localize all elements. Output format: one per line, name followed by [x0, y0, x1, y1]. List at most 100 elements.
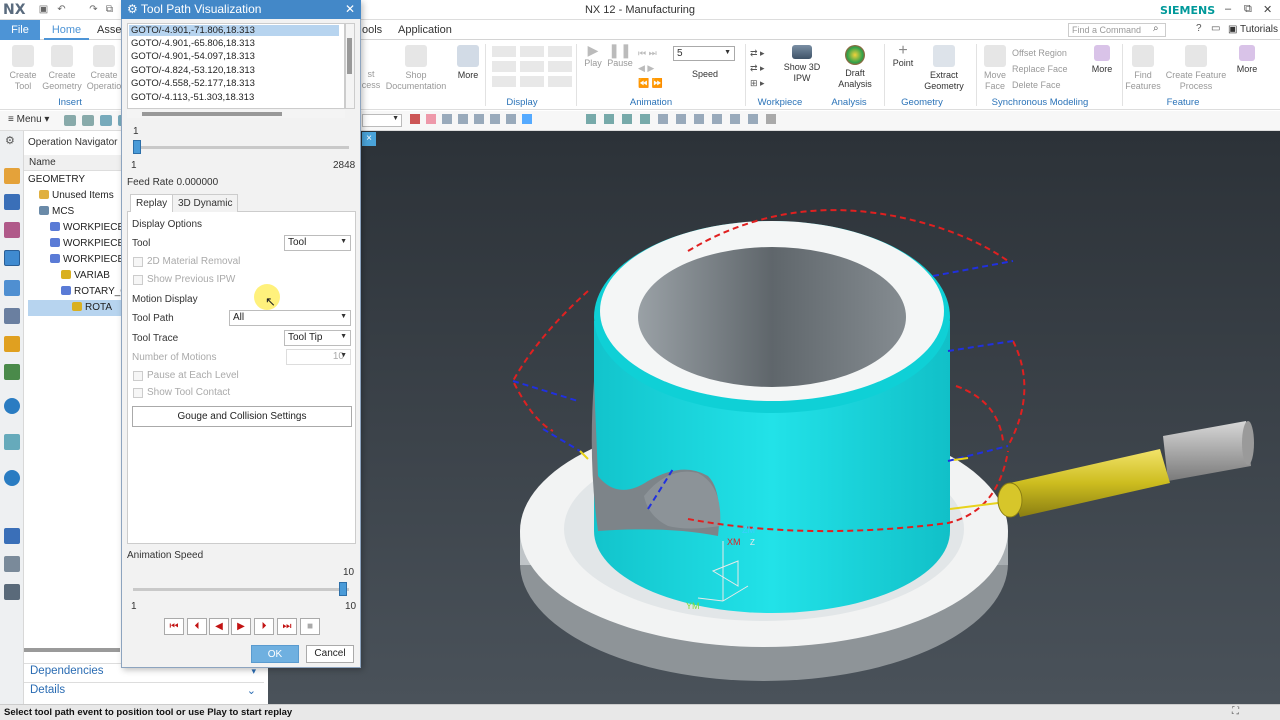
tab-application[interactable]: Application: [398, 24, 452, 36]
goto-item[interactable]: GOTO/-4.558,-52.177,18.313: [129, 78, 339, 89]
step-forward-button[interactable]: ⏵: [254, 618, 274, 635]
gouge-collision-button[interactable]: Gouge and Collision Settings: [132, 406, 352, 427]
tab-replay[interactable]: Replay: [130, 194, 174, 212]
toolbar-icon[interactable]: [64, 115, 76, 126]
reuse-library-icon[interactable]: [4, 336, 20, 352]
filter-select[interactable]: ▼: [362, 114, 402, 127]
tool-path-select[interactable]: All: [229, 310, 351, 326]
pause-button[interactable]: ❚❚ Pause: [606, 43, 634, 69]
speed-select[interactable]: 5 ▼: [673, 46, 735, 61]
create-geometry-button[interactable]: Create Geometry: [40, 45, 84, 92]
part-model[interactable]: ZM XM Z YM: [268, 131, 1280, 704]
goto-item[interactable]: GOTO/-4.824,-53.120,18.313: [129, 65, 339, 76]
show-tool-contact-checkbox[interactable]: [133, 388, 143, 398]
close-window-icon[interactable]: ✕: [1263, 3, 1272, 16]
navigator-row[interactable]: MCS: [28, 204, 122, 220]
delete-face-label[interactable]: Delete Face: [1012, 80, 1061, 90]
motion-slider-track[interactable]: [133, 146, 349, 149]
view-tab-close[interactable]: ×: [362, 132, 376, 146]
navigator-row[interactable]: WORKPIECE_: [28, 252, 122, 268]
part-navigator-icon[interactable]: [4, 222, 20, 238]
operation-navigator-icon[interactable]: [4, 250, 20, 266]
hd3d-tools-icon[interactable]: [4, 364, 20, 380]
clock-icon[interactable]: [4, 470, 20, 486]
navigator-row[interactable]: Unused Items: [28, 188, 122, 204]
minimize-icon[interactable]: –: [1225, 3, 1231, 15]
fullscreen-icon[interactable]: ⛶: [1232, 706, 1239, 717]
web-browser-icon[interactable]: [4, 398, 20, 414]
tutorials-link[interactable]: ▣ Tutorials: [1228, 24, 1278, 35]
more-3-button[interactable]: More: [1232, 45, 1262, 75]
more-button[interactable]: More: [453, 45, 483, 81]
goto-item[interactable]: GOTO/-4.901,-54.097,18.313: [129, 51, 339, 62]
window-icon[interactable]: ▭: [1211, 23, 1220, 34]
dialog-title-bar[interactable]: ⚙ Tool Path Visualization: [121, 0, 361, 19]
more-2-button[interactable]: More: [1088, 45, 1116, 75]
replace-face-label[interactable]: Replace Face: [1012, 64, 1068, 74]
process-studio-icon[interactable]: [4, 528, 20, 544]
machine-tool-navigator-icon[interactable]: [4, 280, 20, 296]
graphics-viewport[interactable]: ZM XM Z YM: [268, 131, 1280, 704]
speed-slider-thumb[interactable]: [339, 582, 347, 596]
step-buttons[interactable]: ⏮ ⏭ ◀ ▶ ⏪ ⏩: [638, 46, 663, 91]
list-scrollbar-thumb[interactable]: [347, 38, 352, 74]
shop-documentation-button[interactable]: Shop Documentation: [384, 45, 448, 92]
toolbar-icon[interactable]: [100, 115, 112, 126]
display-tools-grid[interactable]: [492, 46, 572, 92]
offset-region-label[interactable]: Offset Region: [1012, 48, 1067, 58]
show-3d-ipw-button[interactable]: Show 3D IPW: [780, 45, 824, 84]
process-button[interactable]: st cess: [361, 69, 381, 91]
goto-item-selected[interactable]: GOTO/-4.901,-71.806,18.313: [129, 25, 339, 36]
tab-tools[interactable]: ools: [362, 24, 382, 36]
goto-item[interactable]: GOTO/-4.901,-65.806,18.313: [129, 38, 339, 49]
tab-file[interactable]: File: [0, 20, 40, 40]
system-scenes-icon[interactable]: [4, 584, 20, 600]
menu-button[interactable]: ≡ Menu ▾: [8, 114, 49, 125]
play-button[interactable]: ▶ Play: [582, 43, 604, 69]
create-operation-button[interactable]: Create Operatio: [86, 45, 122, 92]
create-tool-button[interactable]: Create Tool: [3, 45, 43, 92]
roles-icon[interactable]: [4, 556, 20, 572]
create-feature-process-button[interactable]: Create Feature Process: [1164, 45, 1228, 92]
view-toolbar[interactable]: [586, 114, 796, 127]
extract-geometry-button[interactable]: Extract Geometry: [920, 45, 968, 92]
go-to-end-button[interactable]: ⏭: [277, 618, 297, 635]
tab-assemblies[interactable]: Asse: [97, 24, 121, 36]
point-button[interactable]: + Point: [888, 43, 918, 69]
close-icon[interactable]: ✕: [345, 2, 355, 16]
toolbar-icon[interactable]: [82, 115, 94, 126]
workpiece-small-buttons[interactable]: ⇄ ▸ ⇄ ▸ ⊞ ▸: [750, 46, 765, 91]
sync-small-buttons[interactable]: Offset Region Replace Face Delete Face: [1012, 45, 1068, 93]
assembly-navigator-icon[interactable]: [4, 168, 20, 184]
navigator-scrollbar[interactable]: [24, 648, 120, 652]
speed-slider-track[interactable]: [133, 588, 349, 591]
goto-item[interactable]: GOTO/-4.113,-51.303,18.313: [129, 92, 339, 103]
snap-toolbar[interactable]: [410, 114, 570, 127]
find-features-button[interactable]: Find Features: [1124, 45, 1162, 92]
history-icon[interactable]: [4, 434, 20, 450]
motion-slider-thumb[interactable]: [133, 140, 141, 154]
go-to-start-button[interactable]: ⏮: [164, 618, 184, 635]
navigator-row[interactable]: WORKPIECE: [28, 220, 122, 236]
navigator-row[interactable]: ROTA: [28, 300, 122, 316]
num-motions-input[interactable]: 10: [286, 349, 351, 365]
tool-trace-select[interactable]: Tool Tip: [284, 330, 351, 346]
navigator-row[interactable]: VARIAB: [28, 268, 122, 284]
navigator-row[interactable]: WORKPIECE_: [28, 236, 122, 252]
navigator-row[interactable]: GEOMETRY: [28, 172, 122, 188]
tab-3d-dynamic[interactable]: 3D Dynamic: [172, 194, 239, 212]
find-command-input[interactable]: Find a Command: [1068, 23, 1166, 37]
list-hscrollbar-thumb[interactable]: [142, 112, 282, 116]
navigator-column-name[interactable]: Name: [24, 155, 124, 171]
tab-home[interactable]: Home: [44, 20, 89, 40]
tool-select[interactable]: Tool: [284, 235, 351, 251]
material-removal-checkbox[interactable]: [133, 257, 143, 267]
details-panel[interactable]: Details ⌄: [24, 682, 264, 699]
navigator-row[interactable]: ROTARY_C: [28, 284, 122, 300]
restore-icon[interactable]: ⧉: [1244, 3, 1252, 16]
pause-each-level-checkbox[interactable]: [133, 371, 143, 381]
draft-analysis-button[interactable]: Draft Analysis: [832, 45, 878, 90]
move-face-button[interactable]: Move Face: [980, 45, 1010, 92]
cancel-button[interactable]: Cancel: [306, 645, 354, 663]
step-back-button[interactable]: ⏴: [187, 618, 207, 635]
